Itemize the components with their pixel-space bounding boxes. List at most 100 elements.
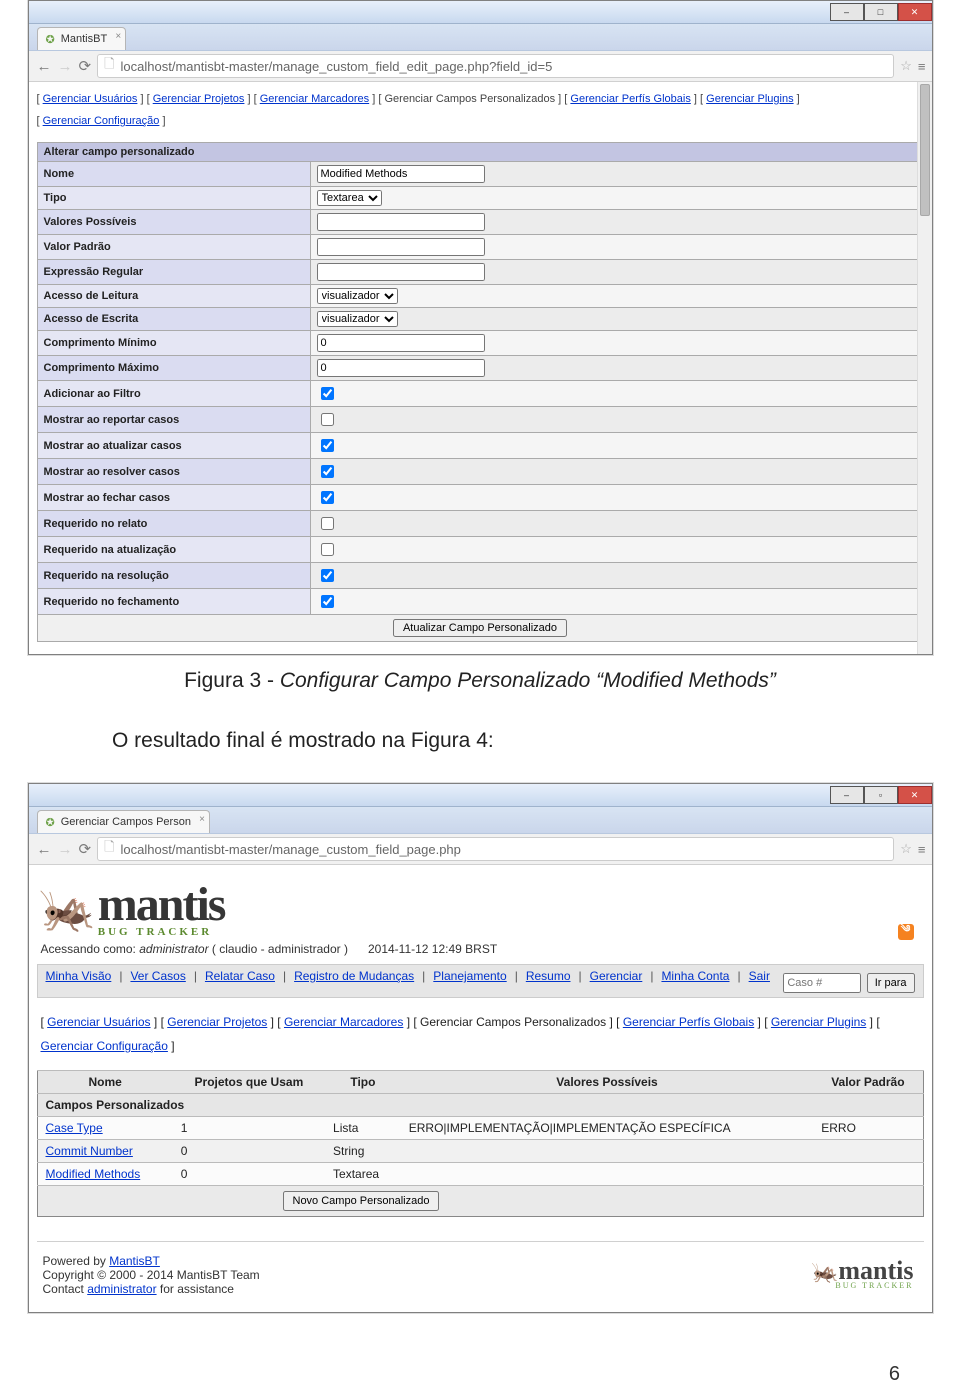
logo-sub: BUG TRACKER	[98, 926, 225, 938]
field-checkbox[interactable]	[321, 595, 334, 608]
field-checkbox[interactable]	[321, 491, 334, 504]
admin-link[interactable]: Gerenciar Perfís Globais	[570, 93, 690, 105]
admin-link[interactable]: Gerenciar Plugins	[706, 93, 793, 105]
window-titlebar: – □ ✕	[29, 1, 932, 24]
field-checkbox[interactable]	[321, 517, 334, 530]
nav-link[interactable]: Ver Casos	[130, 969, 185, 983]
back-icon[interactable]: ←	[37, 841, 52, 858]
table-row: Commit Number 0 String	[37, 1140, 923, 1163]
custom-field-form: Alterar campo personalizado NomeTipoText…	[37, 142, 924, 642]
admin-link[interactable]: Gerenciar Projetos	[167, 1015, 267, 1029]
field-select[interactable]: visualizador	[317, 288, 398, 304]
maximize-button[interactable]: □	[864, 3, 898, 21]
bookmark-star-icon[interactable]: ☆	[900, 58, 912, 74]
nav-link[interactable]: Resumo	[526, 969, 571, 983]
field-name-link[interactable]: Commit Number	[46, 1144, 133, 1158]
close-button[interactable]: ✕	[898, 786, 932, 804]
field-label: Acesso de Leitura	[37, 285, 310, 308]
footer-admin-link[interactable]: administrator	[87, 1282, 156, 1296]
screenshot-2: – ▫ ✕ ✪ Gerenciar Campos Person × ← → ⟳ …	[28, 783, 933, 1313]
field-input[interactable]	[317, 165, 485, 183]
field-input[interactable]	[317, 238, 485, 256]
footer-logo: 🦗mantis BUG TRACKER	[811, 1256, 914, 1290]
admin-link[interactable]: Gerenciar Configuração	[43, 115, 160, 127]
admin-link[interactable]: Gerenciar Usuários	[43, 93, 138, 105]
status-time: 2014-11-12 12:49 BRST	[368, 942, 497, 956]
column-header: Projetos que Usam	[173, 1071, 325, 1094]
nav-link[interactable]: Minha Visão	[46, 969, 112, 983]
admin-link[interactable]: Gerenciar Usuários	[47, 1015, 150, 1029]
close-tab-icon[interactable]: ×	[115, 31, 121, 42]
rss-icon[interactable]: ༄	[898, 924, 914, 940]
custom-fields-table: Campos Personalizados NomeProjetos que U…	[37, 1070, 924, 1217]
vertical-scrollbar[interactable]	[917, 82, 932, 654]
admin-link[interactable]: Gerenciar Perfís Globais	[623, 1015, 754, 1029]
minimize-button[interactable]: –	[830, 3, 864, 21]
nav-link[interactable]: Gerenciar	[590, 969, 643, 983]
field-checkbox[interactable]	[321, 413, 334, 426]
field-label: Tipo	[37, 187, 310, 210]
jump-issue-button[interactable]: Ir para	[867, 973, 915, 993]
field-input[interactable]	[317, 263, 485, 281]
field-checkbox[interactable]	[321, 569, 334, 582]
mantis-bug-icon: 🦗	[39, 885, 96, 931]
forward-icon[interactable]: →	[58, 841, 73, 858]
field-label: Expressão Regular	[37, 260, 310, 285]
admin-link[interactable]: Gerenciar Projetos	[153, 93, 245, 105]
field-label: Adicionar ao Filtro	[37, 381, 310, 407]
jump-issue-input[interactable]	[783, 973, 861, 993]
admin-link[interactable]: Gerenciar Marcadores	[260, 93, 369, 105]
admin-links-bar: [ Gerenciar Usuários ] [ Gerenciar Proje…	[37, 998, 924, 1066]
admin-link[interactable]: Gerenciar Plugins	[771, 1015, 866, 1029]
address-bar[interactable]: 🗋 localhost/mantisbt-master/manage_custo…	[97, 837, 894, 861]
page-icon: 🗋	[104, 55, 114, 77]
admin-link[interactable]: Gerenciar Marcadores	[284, 1015, 403, 1029]
nav-link[interactable]: Planejamento	[433, 969, 506, 983]
maximize-button[interactable]: ▫	[864, 786, 898, 804]
field-label: Requerido no relato	[37, 511, 310, 537]
field-input[interactable]	[317, 213, 485, 231]
field-checkbox[interactable]	[321, 543, 334, 556]
tab-title: Gerenciar Campos Person	[61, 816, 191, 828]
field-select[interactable]: Textarea	[317, 190, 382, 206]
minimize-button[interactable]: –	[830, 786, 864, 804]
field-checkbox[interactable]	[321, 465, 334, 478]
field-label: Mostrar ao reportar casos	[37, 407, 310, 433]
url-text: localhost/mantisbt-master/manage_custom_…	[121, 59, 553, 74]
field-value-cell	[310, 210, 923, 235]
update-button[interactable]: Atualizar Campo Personalizado	[393, 619, 567, 637]
new-custom-field-button[interactable]: Novo Campo Personalizado	[283, 1191, 440, 1211]
menu-icon[interactable]: ≡	[918, 59, 924, 74]
reload-icon[interactable]: ⟳	[79, 840, 92, 858]
field-select[interactable]: visualizador	[317, 311, 398, 327]
field-value-cell	[310, 537, 923, 563]
field-checkbox[interactable]	[321, 387, 334, 400]
address-bar[interactable]: 🗋 localhost/mantisbt-master/manage_custo…	[97, 54, 894, 78]
table-row: Case Type 1 Lista ERRO|IMPLEMENTAÇÃO|IMP…	[37, 1117, 923, 1140]
field-label: Mostrar ao fechar casos	[37, 485, 310, 511]
back-icon[interactable]: ←	[37, 58, 52, 75]
nav-link[interactable]: Sair	[749, 969, 770, 983]
browser-tab[interactable]: ✪ MantisBT ×	[37, 27, 127, 50]
field-input[interactable]	[317, 359, 485, 377]
close-button[interactable]: ✕	[898, 3, 932, 21]
bookmark-star-icon[interactable]: ☆	[900, 841, 912, 857]
field-value-cell	[310, 235, 923, 260]
field-name-link[interactable]: Case Type	[46, 1121, 103, 1135]
footer-mantis-link[interactable]: MantisBT	[109, 1254, 160, 1268]
admin-link[interactable]: Gerenciar Configuração	[41, 1039, 168, 1053]
column-header: Nome	[37, 1071, 173, 1094]
nav-link[interactable]: Minha Conta	[661, 969, 729, 983]
field-checkbox[interactable]	[321, 439, 334, 452]
field-input[interactable]	[317, 334, 485, 352]
forward-icon[interactable]: →	[58, 58, 73, 75]
footer: Powered by MantisBT Copyright © 2000 - 2…	[37, 1250, 924, 1300]
menu-icon[interactable]: ≡	[918, 842, 924, 857]
nav-link[interactable]: Relatar Caso	[205, 969, 275, 983]
nav-link[interactable]: Registro de Mudanças	[294, 969, 414, 983]
browser-tab[interactable]: ✪ Gerenciar Campos Person ×	[37, 810, 210, 833]
reload-icon[interactable]: ⟳	[79, 57, 92, 75]
field-name-link[interactable]: Modified Methods	[46, 1167, 141, 1181]
status-line: Acessando como: administrator ( claudio …	[37, 940, 924, 964]
close-tab-icon[interactable]: ×	[199, 814, 205, 825]
